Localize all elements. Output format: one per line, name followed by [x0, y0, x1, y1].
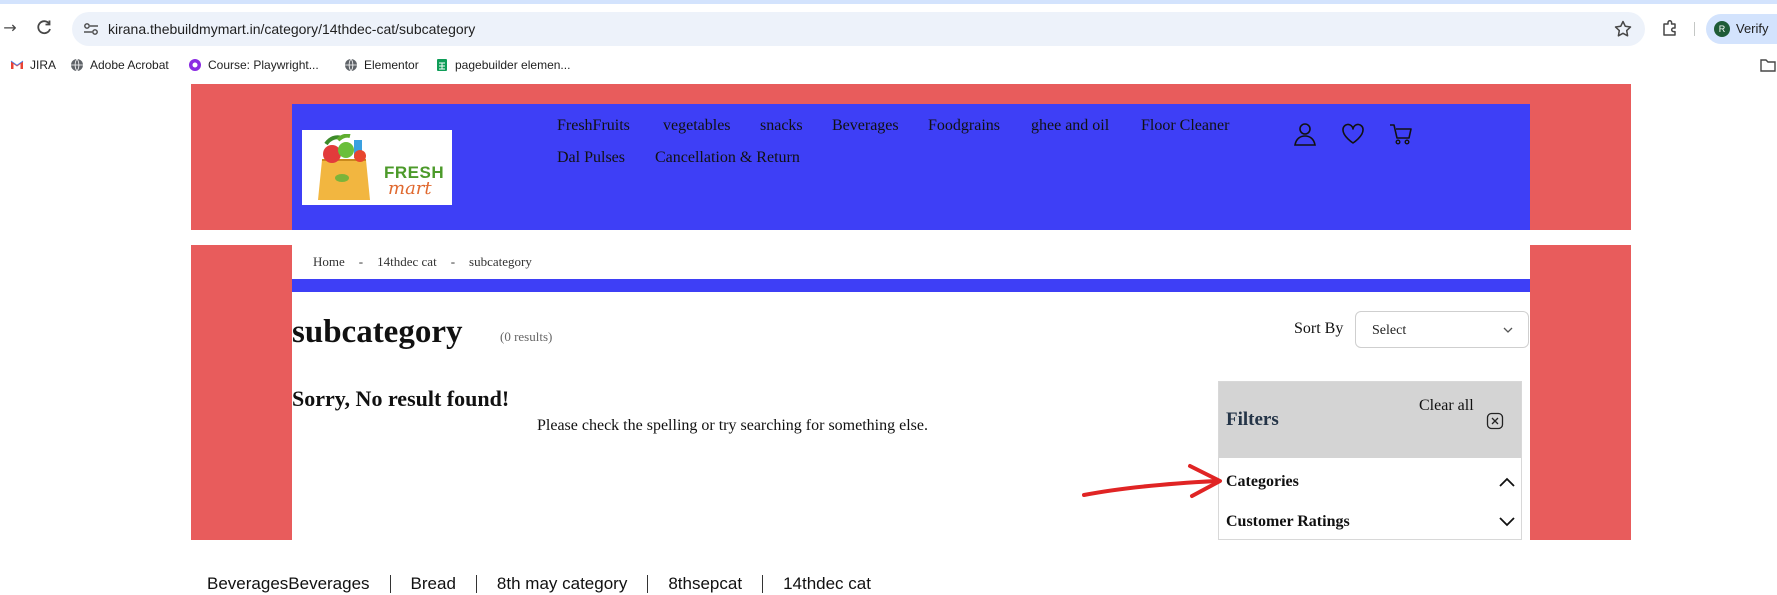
url-text[interactable]: kirana.thebuildmymart.in/category/14thde…	[108, 12, 475, 46]
extensions-puzzle-icon[interactable]	[1660, 18, 1680, 38]
nav-item-dal-pulses[interactable]: Dal Pulses	[557, 146, 625, 170]
chevron-up-icon[interactable]	[1498, 474, 1516, 490]
sort-label: Sort By	[1294, 320, 1344, 337]
sort-select[interactable]: Select	[1355, 311, 1529, 348]
address-bar[interactable]: kirana.thebuildmymart.in/category/14thde…	[72, 12, 1645, 46]
profile-avatar: R	[1714, 21, 1730, 37]
filters-panel: Filters Clear all Categories Customer Ra…	[1218, 381, 1522, 540]
filter-section-customer-ratings[interactable]: Customer Ratings	[1226, 510, 1516, 534]
bookmark-pagebuilder[interactable]: pagebuilder elemen...	[435, 48, 570, 82]
logo-text-mart: mart	[388, 178, 432, 199]
back-arrow-icon[interactable]: →	[0, 18, 20, 38]
filters-title: Filters	[1226, 409, 1279, 430]
filter-section-label: Categories	[1226, 473, 1299, 490]
nav-item-foodgrains[interactable]: Foodgrains	[928, 114, 1000, 138]
sort-select-value: Select	[1372, 323, 1407, 338]
browser-toolbar: → kirana.thebuildmymart.in/category/14th…	[0, 4, 1777, 48]
globe-icon	[71, 58, 83, 72]
cart-icon[interactable]	[1388, 121, 1414, 147]
profile-label: Verify	[1736, 21, 1769, 36]
nav-item-ghee-and-oil[interactable]: ghee and oil	[1031, 114, 1109, 138]
bookmark-course-playwright[interactable]: Course: Playwright...	[188, 48, 319, 82]
site-logo[interactable]: FRESH mart	[302, 130, 452, 205]
nav-item-vegetables[interactable]: vegetables	[663, 114, 731, 138]
breadcrumb-current: subcategory	[469, 254, 532, 269]
reload-icon[interactable]	[34, 18, 54, 38]
category-link[interactable]: 14thdec cat	[783, 574, 871, 594]
no-result-title: Sorry, No result found!	[292, 386, 510, 411]
category-divider	[389, 574, 391, 593]
category-divider	[647, 574, 649, 593]
grocery-bag-icon	[318, 134, 370, 200]
bookmark-star-icon[interactable]	[1613, 19, 1633, 39]
globe-icon	[345, 58, 357, 72]
no-result-subtitle: Please check the spelling or try searchi…	[537, 417, 928, 434]
user-icon[interactable]	[1292, 121, 1318, 147]
category-link[interactable]: 8thsepcat	[668, 574, 742, 594]
category-strip: BeveragesBeverages Bread 8th may categor…	[207, 572, 871, 595]
folder-icon[interactable]	[1760, 58, 1776, 72]
nav-item-floor-cleaner[interactable]: Floor Cleaner	[1141, 114, 1229, 138]
site-settings-icon[interactable]	[82, 20, 100, 38]
toolbar-divider	[1694, 22, 1695, 36]
breadcrumb-separator: -	[450, 254, 456, 269]
sheets-icon	[437, 59, 447, 71]
breadcrumb-14thdec-cat[interactable]: 14thdec cat	[377, 250, 437, 274]
chevron-down-icon[interactable]	[1498, 514, 1516, 530]
nav-item-snacks[interactable]: snacks	[760, 114, 803, 138]
profile-button[interactable]: R Verify	[1706, 14, 1777, 44]
blue-divider-strip	[292, 279, 1530, 292]
filter-section-label: Customer Ratings	[1226, 513, 1350, 530]
breadcrumb: Home -14thdec cat - subcategory	[313, 250, 532, 274]
breadcrumb-separator: -	[358, 254, 364, 269]
nav-item-cancellation-return[interactable]: Cancellation & Return	[655, 146, 800, 170]
result-count: (0 results)	[500, 329, 553, 344]
bookmark-elementor[interactable]: Elementor	[344, 48, 419, 82]
category-link[interactable]: BeveragesBeverages	[207, 574, 370, 594]
course-icon	[189, 59, 201, 71]
clear-all-button[interactable]: Clear all	[1419, 396, 1474, 416]
heart-icon[interactable]	[1340, 121, 1366, 147]
chevron-down-icon	[1503, 327, 1513, 333]
annotation-arrow-icon	[1082, 464, 1222, 498]
filter-section-categories[interactable]: Categories	[1226, 470, 1516, 494]
nav-item-freshfruits[interactable]: FreshFruits	[557, 114, 630, 138]
category-link[interactable]: 8th may category	[497, 574, 627, 594]
nav-item-beverages[interactable]: Beverages	[832, 114, 899, 138]
breadcrumb-home[interactable]: Home	[313, 250, 345, 274]
bookmarks-bar: JIRA Adobe Acrobat Course: Playwright...…	[0, 48, 1777, 82]
category-divider	[475, 574, 477, 593]
bookmark-jira[interactable]: JIRA	[10, 48, 56, 82]
close-icon[interactable]	[1486, 412, 1504, 430]
page-title: subcategory	[292, 314, 463, 350]
category-divider	[762, 574, 764, 593]
filters-header: Filters Clear all	[1219, 382, 1521, 458]
bookmark-adobe-acrobat[interactable]: Adobe Acrobat	[70, 48, 169, 82]
gmail-icon	[10, 60, 24, 69]
category-link[interactable]: Bread	[411, 574, 456, 594]
